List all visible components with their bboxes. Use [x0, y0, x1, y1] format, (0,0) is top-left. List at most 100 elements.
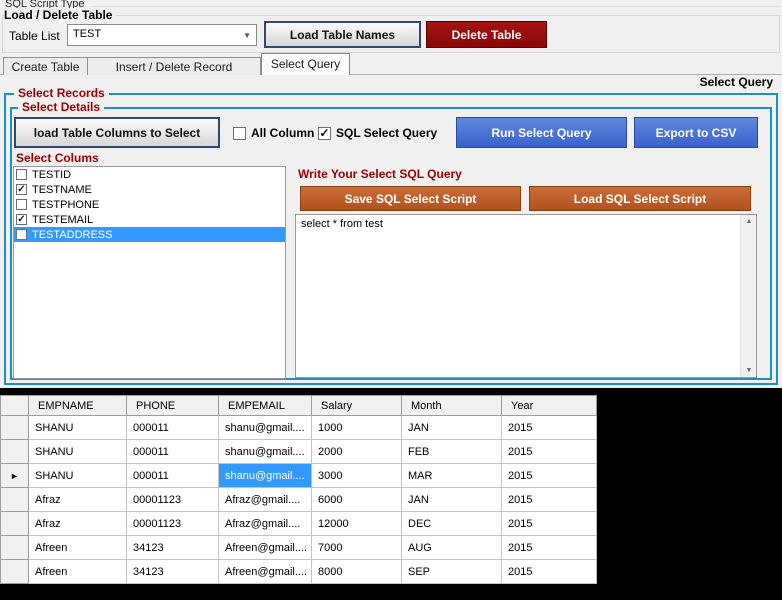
grid-cell[interactable]: 3000: [311, 463, 402, 488]
checkbox-icon[interactable]: [16, 169, 27, 180]
grid-cell[interactable]: 34123: [126, 535, 219, 560]
column-list-label: TESTID: [32, 168, 72, 181]
sql-select-query-checkbox[interactable]: ✓ SQL Select Query: [318, 126, 437, 140]
grid-cell[interactable]: 2015: [501, 463, 597, 488]
grid-cell[interactable]: Afraz: [28, 487, 127, 512]
table-row: ► SHANU 000011 shanu@gmail.... 3000 MAR 2015: [0, 463, 597, 488]
table-row: Afreen 34123 Afreen@gmail.... 8000 SEP 2015: [0, 559, 597, 584]
table-list-value: TEST: [73, 28, 102, 40]
save-sql-script-button[interactable]: Save SQL Select Script: [300, 186, 521, 211]
load-sql-script-button[interactable]: Load SQL Select Script: [529, 186, 751, 211]
tab-insert-delete-record[interactable]: Insert / Delete Record: [88, 57, 261, 75]
grid-cell[interactable]: 8000: [311, 559, 402, 584]
grid-cell[interactable]: 2015: [501, 439, 597, 464]
grid-cell[interactable]: 000011: [126, 415, 219, 440]
checkbox-icon[interactable]: [16, 229, 27, 240]
scrollbar[interactable]: ▲ ▼: [740, 215, 756, 377]
grid-column-header[interactable]: Salary: [311, 395, 402, 416]
checkbox-icon[interactable]: [16, 199, 27, 210]
grid-cell[interactable]: 2015: [501, 415, 597, 440]
grid-column-header[interactable]: Month: [401, 395, 502, 416]
grid-cell[interactable]: Afreen: [28, 535, 127, 560]
grid-cell[interactable]: DEC: [401, 511, 502, 536]
column-list-item-testaddress[interactable]: TESTADDRESS: [14, 227, 285, 242]
grid-cell[interactable]: 000011: [126, 463, 219, 488]
export-to-csv-button[interactable]: Export to CSV: [634, 117, 758, 148]
grid-cell[interactable]: Afreen@gmail....: [218, 535, 312, 560]
row-selector[interactable]: [0, 511, 29, 536]
column-checklist[interactable]: TESTID ✓ TESTNAME TESTPHONE ✓ TESTEMAIL TESTAD…: [13, 166, 286, 379]
select-details-label: Select Details: [18, 100, 105, 114]
grid-cell[interactable]: 6000: [311, 487, 402, 512]
grid-cell[interactable]: MAR: [401, 463, 502, 488]
table-row: SHANU 000011 shanu@gmail.... 1000 JAN 2015: [0, 415, 597, 440]
checkbox-icon[interactable]: ✓: [16, 184, 27, 195]
grid-cell[interactable]: 12000: [311, 511, 402, 536]
write-select-query-label: Write Your Select SQL Query: [294, 167, 466, 181]
column-list-item-testid[interactable]: TESTID: [14, 167, 285, 182]
grid-cell[interactable]: 7000: [311, 535, 402, 560]
grid-cell[interactable]: shanu@gmail....: [218, 415, 312, 440]
grid-cell[interactable]: shanu@gmail....: [218, 439, 312, 464]
sql-query-editor[interactable]: select * from test ▲ ▼: [295, 214, 757, 378]
row-selector[interactable]: [0, 535, 29, 560]
grid-cell[interactable]: FEB: [401, 439, 502, 464]
grid-header-row: EMPNAME PHONE EMPEMAIL Salary Month Year: [0, 395, 597, 416]
row-selector[interactable]: [0, 559, 29, 584]
grid-cell[interactable]: Afraz@gmail....: [218, 487, 312, 512]
row-selector[interactable]: [0, 439, 29, 464]
grid-column-header[interactable]: PHONE: [126, 395, 219, 416]
chevron-down-icon[interactable]: ▼: [243, 31, 251, 40]
grid-cell[interactable]: Afreen: [28, 559, 127, 584]
sql-query-text[interactable]: select * from test: [301, 218, 383, 230]
grid-cell[interactable]: 000011: [126, 439, 219, 464]
checkbox-icon[interactable]: ✓: [16, 214, 27, 225]
sql-select-query-label: SQL Select Query: [336, 126, 438, 140]
grid-cell[interactable]: 2015: [501, 487, 597, 512]
load-table-columns-button[interactable]: load Table Columns to Select: [14, 117, 220, 148]
column-list-label: TESTPHONE: [32, 198, 100, 211]
sql-select-query-checkbox-icon[interactable]: ✓: [318, 126, 331, 140]
column-list-item-testphone[interactable]: TESTPHONE: [14, 197, 285, 212]
column-list-item-testemail[interactable]: ✓ TESTEMAIL: [14, 212, 285, 227]
grid-cell[interactable]: 2015: [501, 511, 597, 536]
load-table-names-button[interactable]: Load Table Names: [264, 21, 421, 48]
table-list-dropdown[interactable]: TEST ▼: [67, 24, 257, 46]
grid-cell[interactable]: SEP: [401, 559, 502, 584]
scroll-up-icon[interactable]: ▲: [741, 218, 757, 225]
scroll-down-icon[interactable]: ▼: [741, 367, 757, 374]
grid-cell[interactable]: shanu@gmail....: [218, 463, 312, 488]
all-column-checkbox[interactable]: All Column: [233, 126, 314, 140]
grid-cell[interactable]: Afraz@gmail....: [218, 511, 312, 536]
grid-cell[interactable]: 1000: [311, 415, 402, 440]
row-selector[interactable]: [0, 415, 29, 440]
grid-cell[interactable]: JAN: [401, 415, 502, 440]
delete-table-button[interactable]: Delete Table: [426, 21, 547, 48]
column-list-label: TESTADDRESS: [32, 228, 113, 241]
grid-cell[interactable]: AUG: [401, 535, 502, 560]
grid-cell[interactable]: Afreen@gmail....: [218, 559, 312, 584]
grid-cell[interactable]: SHANU: [28, 463, 127, 488]
grid-cell[interactable]: SHANU: [28, 415, 127, 440]
row-selector[interactable]: [0, 487, 29, 512]
grid-cell[interactable]: 2015: [501, 559, 597, 584]
grid-column-header[interactable]: Year: [501, 395, 597, 416]
grid-cell[interactable]: 2015: [501, 535, 597, 560]
grid-column-header[interactable]: EMPNAME: [28, 395, 127, 416]
column-list-item-testname[interactable]: ✓ TESTNAME: [14, 182, 285, 197]
grid-cell[interactable]: 00001123: [126, 511, 219, 536]
grid-column-header[interactable]: EMPEMAIL: [218, 395, 312, 416]
all-column-checkbox-icon[interactable]: [233, 126, 246, 140]
grid-cell[interactable]: SHANU: [28, 439, 127, 464]
results-grid: EMPNAME PHONE EMPEMAIL Salary Month Year SHAN…: [0, 395, 597, 584]
tab-select-query[interactable]: Select Query: [261, 53, 350, 75]
grid-cell[interactable]: 2000: [311, 439, 402, 464]
tab-create-table[interactable]: Create Table: [3, 57, 88, 75]
grid-cell[interactable]: JAN: [401, 487, 502, 512]
current-row-arrow-icon[interactable]: ►: [0, 463, 29, 488]
grid-cell[interactable]: 34123: [126, 559, 219, 584]
grid-body: SHANU 000011 shanu@gmail.... 1000 JAN 2015 SHA…: [0, 415, 597, 584]
grid-cell[interactable]: 00001123: [126, 487, 219, 512]
run-select-query-button[interactable]: Run Select Query: [456, 117, 627, 148]
grid-cell[interactable]: Afraz: [28, 511, 127, 536]
